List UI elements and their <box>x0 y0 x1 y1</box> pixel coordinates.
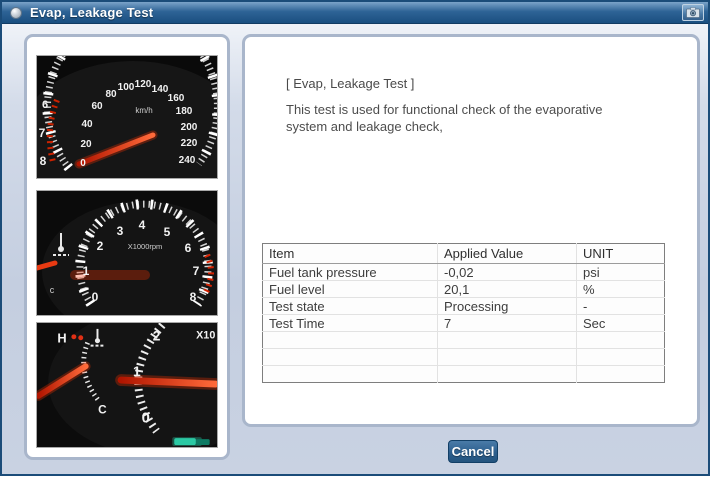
multiplier-label: X10 <box>196 330 215 342</box>
gauge-number: 80 <box>105 89 117 100</box>
titlebar[interactable]: Evap, Leakage Test <box>2 2 708 24</box>
cell-item: Test state <box>263 298 438 315</box>
cell-value: 7 <box>438 315 577 332</box>
cell-unit <box>577 349 665 366</box>
gauge-number: 200 <box>181 122 198 133</box>
cold-label: C <box>98 403 107 417</box>
cancel-button[interactable]: Cancel <box>448 440 498 463</box>
cell-value: 20,1 <box>438 281 577 298</box>
gauge-number: 2 <box>97 239 104 253</box>
gauge-number: 0 <box>92 290 99 304</box>
gauge-number: 5 <box>164 225 171 239</box>
gauge-number: 220 <box>181 138 198 149</box>
description-line: This test is used for functional check o… <box>286 101 676 118</box>
table-row <box>263 349 665 366</box>
column-header-unit: UNIT <box>577 244 665 264</box>
table-row: Test Time 7 Sec <box>263 315 665 332</box>
gauge-number: 160 <box>168 93 185 104</box>
window-title: Evap, Leakage Test <box>30 5 153 20</box>
gauge-number: 4 <box>139 218 146 232</box>
gauge-number: 6 <box>42 99 48 111</box>
cell-value: Processing <box>438 298 577 315</box>
gauge-number: 1 <box>83 264 90 278</box>
gauge-number: 180 <box>176 106 193 117</box>
gauge-number: 40 <box>81 119 93 130</box>
cell-unit <box>577 366 665 383</box>
table-row: Fuel level 20,1 % <box>263 281 665 298</box>
cell-item: Fuel tank pressure <box>263 264 438 281</box>
column-header-applied-value: Applied Value <box>438 244 577 264</box>
cell-item <box>263 366 438 383</box>
cell-value <box>438 349 577 366</box>
gauge-number: 6 <box>185 241 192 255</box>
speedometer-photo: 0 20 40 60 80 100 120 140 160 180 200 22… <box>36 55 218 179</box>
cell-item: Test Time <box>263 315 438 332</box>
gauge-number: 1 <box>133 364 141 379</box>
gauge-image-panel: 0 20 40 60 80 100 120 140 160 180 200 22… <box>24 34 230 460</box>
table-row <box>263 332 665 349</box>
table-header-row: Item Applied Value UNIT <box>263 244 665 264</box>
cell-item <box>263 349 438 366</box>
temp-gauge-photo: H C 2 1 0 X10 <box>36 322 218 448</box>
table-row: Test state Processing - <box>263 298 665 315</box>
test-info-panel: [ Evap, Leakage Test ] This test is used… <box>242 34 700 427</box>
cold-label: c <box>50 285 55 295</box>
tachometer-photo: c 0 1 2 3 4 5 6 7 8 X1000rpm <box>36 190 218 316</box>
cell-item <box>263 332 438 349</box>
test-description: This test is used for functional check o… <box>286 101 676 135</box>
hot-label: H <box>57 331 66 346</box>
tachometer-needle-tip <box>121 380 215 384</box>
app-sphere-icon <box>10 7 22 19</box>
gauge-number: 3 <box>117 224 124 238</box>
cell-unit: psi <box>577 264 665 281</box>
cell-value <box>438 332 577 349</box>
gauge-number: 20 <box>80 139 92 150</box>
table-row: Fuel tank pressure -0,02 psi <box>263 264 665 281</box>
test-heading: [ Evap, Leakage Test ] <box>286 76 414 91</box>
gauge-number: 120 <box>135 79 152 90</box>
cell-unit: % <box>577 281 665 298</box>
gauge-number: 7 <box>39 126 46 140</box>
gauge-number: 240 <box>179 155 196 166</box>
parameter-table: Item Applied Value UNIT Fuel tank pressu… <box>262 243 665 383</box>
screen-capture-button[interactable] <box>682 4 704 21</box>
gauge-number: 2 <box>153 329 161 344</box>
gauge-number: 0 <box>80 158 86 169</box>
table-row <box>263 366 665 383</box>
rpm-unit-label: X1000rpm <box>128 242 163 251</box>
description-line: system and leakage check, <box>286 118 676 135</box>
indicator-light <box>174 438 196 445</box>
cell-item: Fuel level <box>263 281 438 298</box>
cell-value <box>438 366 577 383</box>
camera-icon <box>686 7 700 18</box>
cell-unit: Sec <box>577 315 665 332</box>
cell-unit <box>577 332 665 349</box>
gauge-number: 7 <box>193 264 200 278</box>
gauge-number: 0 <box>142 410 150 426</box>
dialog-window: Evap, Leakage Test <box>0 0 710 476</box>
column-header-item: Item <box>263 244 438 264</box>
gauge-number: 60 <box>91 101 103 112</box>
gauge-number: 8 <box>40 154 47 168</box>
cell-unit: - <box>577 298 665 315</box>
speed-unit-label: km/h <box>135 106 152 115</box>
cell-value: -0,02 <box>438 264 577 281</box>
gauge-number: 8 <box>190 290 197 304</box>
gauge-number: 140 <box>152 84 169 95</box>
gauge-number: 100 <box>118 82 135 93</box>
